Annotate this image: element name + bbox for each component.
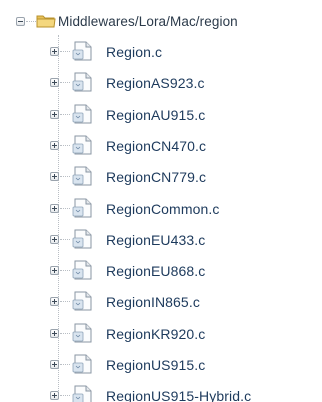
tree-node-file[interactable]: RegionCommon.c [0, 194, 322, 225]
file-label: RegionEU433.c [106, 232, 206, 248]
file-label: RegionCN779.c [106, 169, 207, 185]
c-source-file-icon [72, 322, 94, 349]
expand-icon[interactable] [50, 204, 59, 213]
tree-node-file[interactable]: RegionCN779.c [0, 162, 322, 193]
c-source-file-icon [72, 165, 94, 192]
tree-node-region-folder[interactable]: Middlewares/Lora/Mac/region [0, 5, 322, 36]
expand-icon[interactable] [50, 78, 59, 87]
file-label: RegionIN865.c [106, 294, 200, 310]
expand-icon[interactable] [50, 110, 59, 119]
file-label: RegionCN470.c [106, 138, 207, 154]
project-file-tree: Middlewares/Lora/Mac/region Region.c Regi… [0, 0, 322, 402]
c-source-file-icon [72, 259, 94, 286]
tree-node-file[interactable]: RegionAU915.c [0, 100, 322, 131]
expand-icon[interactable] [50, 141, 59, 150]
expand-icon[interactable] [50, 297, 59, 306]
c-source-file-icon [72, 384, 94, 402]
tree-node-file[interactable]: RegionCN470.c [0, 131, 322, 162]
c-source-file-icon [72, 71, 94, 98]
file-label: RegionAU915.c [106, 107, 206, 123]
c-source-file-icon [72, 134, 94, 161]
tree-node-file[interactable]: RegionUS915.c [0, 350, 322, 381]
file-label: RegionAS923.c [106, 75, 205, 91]
folder-icon [36, 13, 56, 34]
expand-icon[interactable] [50, 360, 59, 369]
c-source-file-icon [72, 40, 94, 67]
c-source-file-icon [72, 197, 94, 224]
expand-icon[interactable] [50, 266, 59, 275]
file-label: RegionUS915.c [106, 357, 206, 373]
file-label: RegionUS915-Hybrid.c [106, 388, 252, 402]
file-label: Region.c [106, 44, 163, 60]
tree-node-file[interactable]: RegionUS915-Hybrid.c [0, 381, 322, 402]
c-source-file-icon [72, 103, 94, 130]
tree-node-file[interactable]: RegionAS923.c [0, 68, 322, 99]
expand-icon[interactable] [50, 172, 59, 181]
file-label: RegionCommon.c [106, 201, 220, 217]
tree-node-file[interactable]: RegionKR920.c [0, 319, 322, 350]
c-source-file-icon [72, 290, 94, 317]
expand-icon[interactable] [50, 47, 59, 56]
file-label: RegionEU868.c [106, 263, 206, 279]
tree-node-file[interactable]: RegionIN865.c [0, 287, 322, 318]
tree-node-file[interactable]: RegionEU868.c [0, 256, 322, 287]
tree-node-file[interactable]: Region.c [0, 37, 322, 68]
folder-label: Middlewares/Lora/Mac/region [58, 14, 238, 29]
tree-node-file[interactable]: RegionEU433.c [0, 225, 322, 256]
file-label: RegionKR920.c [106, 326, 206, 342]
c-source-file-icon [72, 228, 94, 255]
expand-icon[interactable] [50, 235, 59, 244]
collapse-icon[interactable] [16, 17, 25, 26]
expand-icon[interactable] [50, 329, 59, 338]
c-source-file-icon [72, 353, 94, 380]
expand-icon[interactable] [50, 391, 59, 400]
